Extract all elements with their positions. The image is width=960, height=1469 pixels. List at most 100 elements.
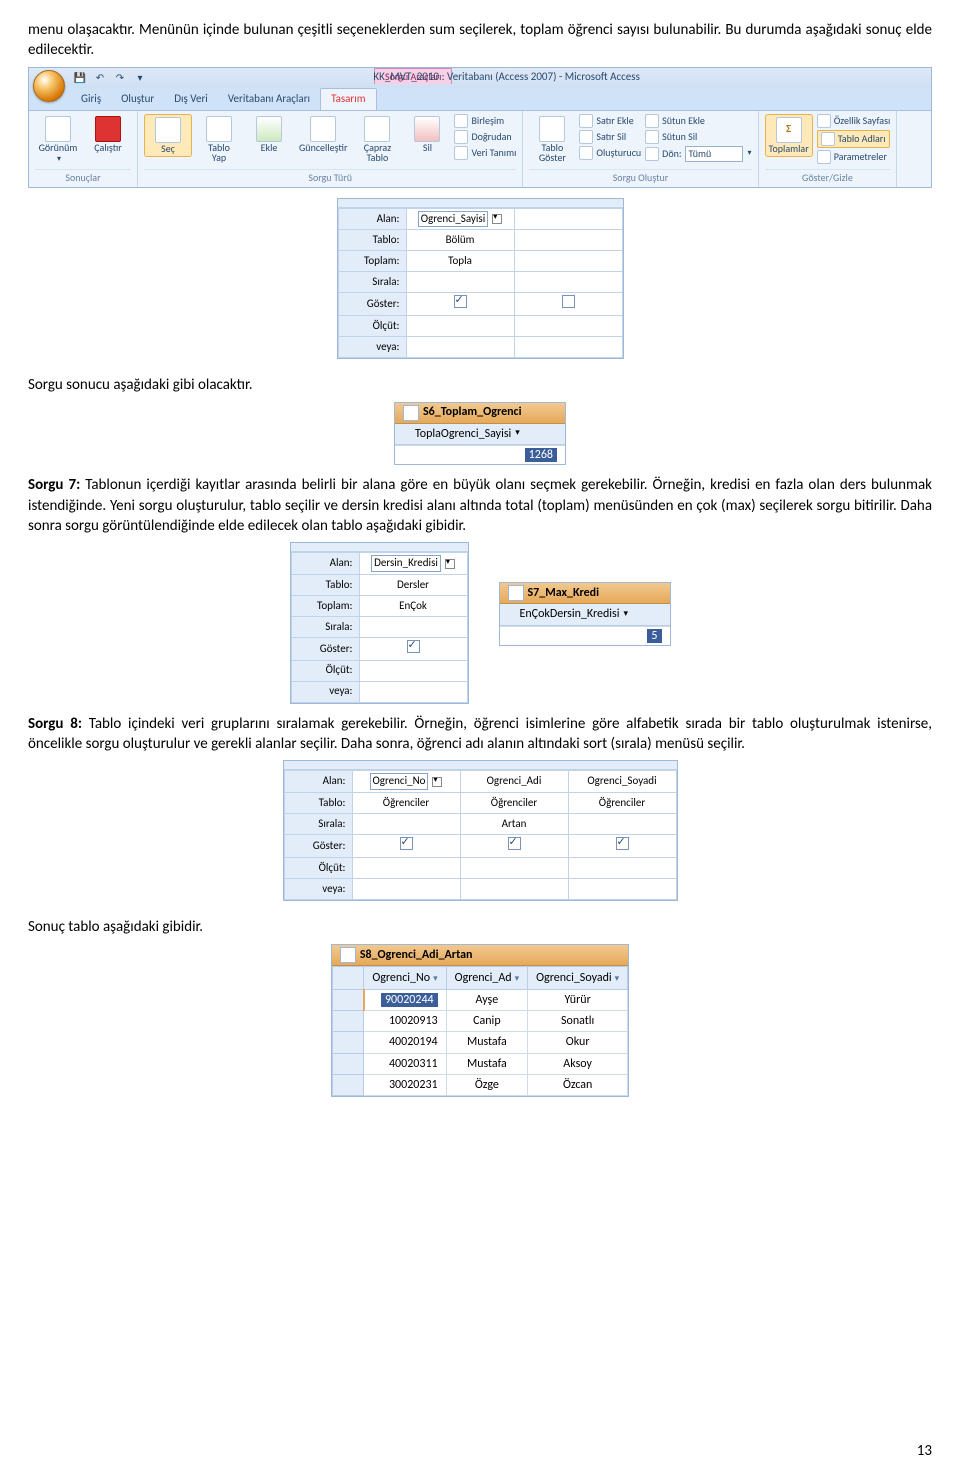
ds1-column-header[interactable]: ToplaOgrenci_Sayisi <box>415 427 511 441</box>
sorgu8-body: Tablo içindeki veri gruplarını sıralamak… <box>28 715 932 753</box>
grid1-alan-cell[interactable]: Ogrenci_Sayisi <box>406 208 514 230</box>
guncellestir-button[interactable]: Güncelleştir <box>296 114 350 156</box>
grid3-c1-alan[interactable]: Ogrenci_No <box>352 771 460 793</box>
satirekle-button[interactable]: Satır Ekle <box>579 114 641 128</box>
save-icon[interactable]: 💾 <box>73 71 87 85</box>
ds1-value-cell[interactable]: 1268 <box>395 445 565 464</box>
satirsil-button[interactable]: Satır Sil <box>579 130 641 144</box>
grid1-col2-alan[interactable] <box>514 208 622 230</box>
access-ribbon: 💾 ↶ ↷ ▾ Sorgu Araçları KK_MVT_2010 : Ver… <box>28 67 932 188</box>
grid1-goster2[interactable] <box>514 293 622 316</box>
page-number: 13 <box>917 1441 932 1461</box>
capraz-button[interactable]: Çapraz Tablo <box>354 114 400 166</box>
tab-tasarim[interactable]: Tasarım <box>320 88 377 110</box>
ds3-header-1[interactable]: Ogrenci_No▾ <box>364 966 446 989</box>
table-row[interactable]: 90020244AyşeYürür <box>332 989 627 1010</box>
grid3-c2-sirala[interactable]: Artan <box>460 814 568 835</box>
paragraph-1: menu olaşacaktır. Menünün içinde bulunan… <box>28 20 932 61</box>
grid2-tablo-cell[interactable]: Dersler <box>359 575 467 596</box>
office-orb[interactable] <box>33 70 65 102</box>
checkbox-icon[interactable] <box>454 295 467 308</box>
birlesim-button[interactable]: Birleşim <box>454 114 516 128</box>
don-input[interactable]: Tümü <box>685 146 743 162</box>
ds3-header-2[interactable]: Ogrenci_Ad▾ <box>446 966 527 989</box>
checkbox-icon[interactable] <box>562 295 575 308</box>
checkbox-icon[interactable] <box>616 837 629 850</box>
update-icon <box>310 116 336 142</box>
checkbox-icon[interactable] <box>508 837 521 850</box>
table-row[interactable]: 40020194MustafaOkur <box>332 1032 627 1053</box>
label-alan: Alan: <box>338 208 406 230</box>
tab-veritabani-araclari[interactable]: Veritabanı Araçları <box>218 89 320 110</box>
query-tab-icon <box>403 405 419 421</box>
grid3-c2-tablo[interactable]: Öğrenciler <box>460 793 568 814</box>
parametreler-button[interactable]: Parametreler <box>817 150 891 164</box>
grid3-c2-alan[interactable]: Ogrenci_Adi <box>460 771 568 793</box>
result-datasheet-3: S8_Ogrenci_Adi_Artan Ogrenci_No▾ Ogrenci… <box>331 944 629 1097</box>
ds2-column-header[interactable]: EnÇokDersin_Kredisi <box>520 607 620 621</box>
grid2-goster[interactable] <box>359 638 467 661</box>
grid3-c1-sirala[interactable] <box>352 814 460 835</box>
table-row[interactable]: 40020311MustafaAksoy <box>332 1053 627 1074</box>
query-design-grid-2: Alan: Dersin_Kredisi Tablo:Dersler Topla… <box>290 542 469 704</box>
union-icon <box>454 114 468 128</box>
grid2-toplam-cell[interactable]: EnÇok <box>359 596 467 617</box>
checkbox-icon[interactable] <box>400 837 413 850</box>
grid3-c3-tablo[interactable]: Öğrenciler <box>568 793 676 814</box>
label-tablo: Tablo: <box>338 230 406 251</box>
tab-giris[interactable]: Giriş <box>71 89 111 110</box>
quick-access-toolbar: 💾 ↶ ↷ ▾ <box>73 71 147 85</box>
grid2-alan-cell[interactable]: Dersin_Kredisi <box>359 553 467 575</box>
sorgu8-title: Sorgu 8: <box>28 715 89 733</box>
query-tab-icon <box>340 947 356 963</box>
figure-ribbon: 💾 ↶ ↷ ▾ Sorgu Araçları KK_MVT_2010 : Ver… <box>28 67 932 188</box>
gorunum-button[interactable]: Görünüm▾ <box>35 114 81 167</box>
insertrow-icon <box>579 114 593 128</box>
dropdown-icon[interactable] <box>445 559 455 569</box>
crosstab-icon <box>364 116 390 142</box>
ozelliksayfasi-button[interactable]: Özellik Sayfası <box>817 114 891 128</box>
grid3-c1-tablo[interactable]: Öğrenciler <box>352 793 460 814</box>
result-datasheet-2: S7_Max_Kredi EnÇokDersin_Kredisi▾ 5 <box>499 582 671 646</box>
grid1-tablo-cell[interactable]: Bölüm <box>406 230 514 251</box>
calistir-button[interactable]: Çalıştır <box>85 114 131 156</box>
don-control[interactable]: Dön: Tümü▾ <box>645 146 751 162</box>
window-title: KK_MVT_2010 : Veritabanı (Access 2007) -… <box>373 70 640 85</box>
grid3-c3-alan[interactable]: Ogrenci_Soyadi <box>568 771 676 793</box>
tabloadlari-button[interactable]: Tablo Adları <box>817 130 891 148</box>
label-olcut: Ölçüt: <box>338 316 406 337</box>
veritanimi-button[interactable]: Veri Tanımı <box>454 146 516 160</box>
params-icon <box>817 150 831 164</box>
table-row[interactable]: 10020913CanipSonatlı <box>332 1011 627 1032</box>
grid1-toplam-cell[interactable]: Topla <box>406 251 514 272</box>
qat-dropdown-icon[interactable]: ▾ <box>133 71 147 85</box>
undo-icon[interactable]: ↶ <box>93 71 107 85</box>
sutunekle-button[interactable]: Sütun Ekle <box>645 114 751 128</box>
sil-button[interactable]: Sil <box>404 114 450 156</box>
select-query-icon <box>155 117 181 143</box>
table-row[interactable]: 30020231ÖzgeÖzcan <box>332 1074 627 1095</box>
ekle-button[interactable]: Ekle <box>246 114 292 156</box>
olusturucu-button[interactable]: Oluşturucu <box>579 146 641 160</box>
ds2-value-cell[interactable]: 5 <box>500 626 670 645</box>
dogrudan-button[interactable]: Doğrudan <box>454 130 516 144</box>
group-sonuclar: Sonuçlar <box>35 169 131 185</box>
grid1-goster1[interactable] <box>406 293 514 316</box>
dropdown-icon[interactable] <box>492 214 502 224</box>
ds2-tab-title: S7_Max_Kredi <box>528 586 600 600</box>
toplamlar-button[interactable]: ΣToplamlar <box>765 114 813 158</box>
redo-icon[interactable]: ↷ <box>113 71 127 85</box>
showtable-icon <box>539 116 565 142</box>
sutunsil-button[interactable]: Sütun Sil <box>645 130 751 144</box>
tab-disveri[interactable]: Dış Veri <box>164 89 218 110</box>
tabloyap-button[interactable]: Tablo Yap <box>196 114 242 166</box>
tab-olustur[interactable]: Oluştur <box>111 89 164 110</box>
ds3-header-3[interactable]: Ogrenci_Soyadi▾ <box>528 966 628 989</box>
grid3-c3-sirala[interactable] <box>568 814 676 835</box>
sigma-icon: Σ <box>776 117 802 143</box>
passthrough-icon <box>454 130 468 144</box>
sec-button[interactable]: Seç <box>144 114 192 158</box>
checkbox-icon[interactable] <box>407 640 420 653</box>
tablogoster-button[interactable]: Tablo Göster <box>529 114 575 166</box>
dropdown-icon[interactable] <box>432 777 442 787</box>
